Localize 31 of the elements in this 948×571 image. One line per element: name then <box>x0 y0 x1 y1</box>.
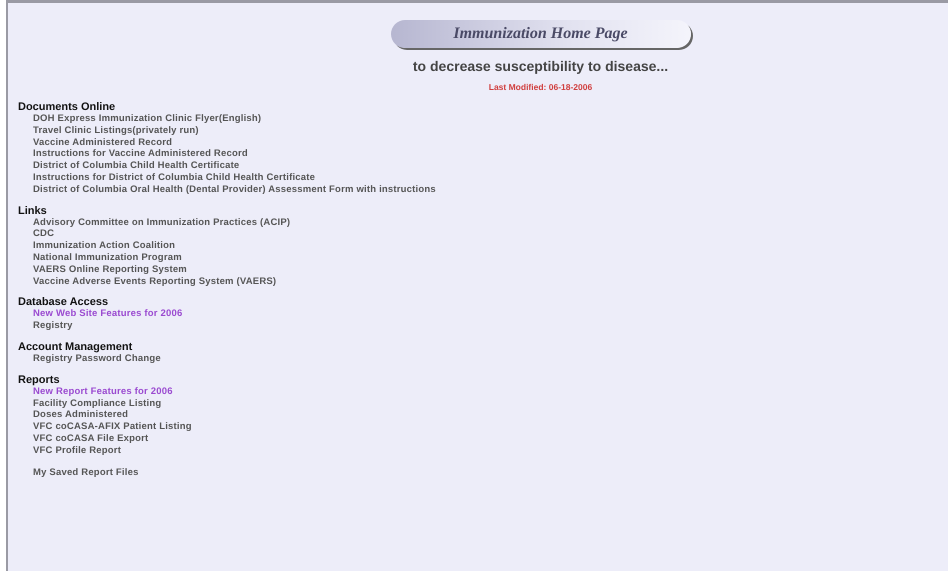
link[interactable]: My Saved Report Files <box>33 466 139 478</box>
link[interactable]: Doses Administered <box>33 409 128 422</box>
section-heading: Links <box>18 204 47 217</box>
link[interactable]: Advisory Committee on Immunization Practices (ACIP) <box>33 216 290 228</box>
link[interactable]: Instructions for District of Columbia Child Health Certificate <box>33 172 316 184</box>
link[interactable]: Instructions for Vaccine Administered Record <box>33 148 248 160</box>
link[interactable]: National Immunization Program <box>33 252 182 264</box>
link[interactable]: VAERS Online Reporting System <box>33 264 187 276</box>
link[interactable]: District of Columbia Child Health Certificate <box>33 160 240 172</box>
link[interactable]: Registry <box>33 320 73 332</box>
link[interactable]: Travel Clinic Listings(privately run) <box>33 124 199 137</box>
link[interactable]: Vaccine Administered Record <box>33 136 172 148</box>
link[interactable]: VFC coCASA File Export <box>33 432 148 445</box>
link[interactable]: Registry Password Change <box>33 352 161 365</box>
link[interactable]: District of Columbia Oral Health (Dental Provider) Assessment Form with instructions <box>33 184 436 196</box>
link[interactable]: VFC coCASA-AFIX Patient Listing <box>33 421 192 433</box>
link[interactable]: Facility Compliance Listing <box>33 398 162 410</box>
tagline: to decrease susceptibility to disease... <box>412 58 668 74</box>
section-heading: Documents Online <box>18 101 116 113</box>
link[interactable]: VFC Profile Report <box>33 444 122 457</box>
title-banner: Immunization Home Page <box>390 20 690 48</box>
link[interactable]: DOH Express Immunization Clinic Flyer(English) <box>33 113 262 125</box>
link[interactable]: Immunization Action Coalition <box>33 240 176 252</box>
last-modified: Last Modified: 06-18-2006 <box>488 82 592 92</box>
link[interactable]: New Web Site Features for 2006 <box>33 308 182 320</box>
link[interactable]: CDC <box>33 228 54 240</box>
link[interactable]: New Report Features for 2006 <box>33 386 173 398</box>
link[interactable]: Vaccine Adverse Events Reporting System (VAERS) <box>33 276 276 288</box>
section-heading: Reports <box>18 374 60 386</box>
section-heading: Database Access <box>18 296 108 308</box>
section-heading: Account Management <box>18 340 132 353</box>
